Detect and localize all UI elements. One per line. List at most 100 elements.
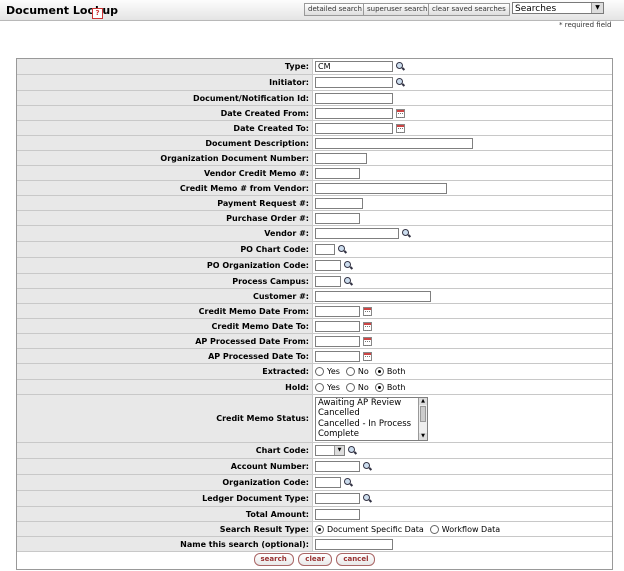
type-label: Type: (17, 59, 313, 74)
process-campus-label: Process Campus: (17, 274, 313, 288)
initiator-input[interactable] (315, 77, 393, 88)
scroll-up-icon[interactable]: ▲ (419, 397, 427, 405)
result-doc-specific-radio[interactable] (315, 524, 324, 534)
ledger-doc-type-lookup-icon[interactable] (363, 494, 372, 503)
row-hold: Hold: Yes No Both (17, 380, 612, 395)
status-option[interactable]: Cancelled - In Process (318, 419, 427, 430)
hold-both-label: Both (386, 382, 406, 392)
saved-searches-select[interactable]: Searches ▼ (512, 2, 604, 14)
status-option[interactable]: Cancelled (318, 408, 427, 419)
ap-date-from-input[interactable] (315, 335, 360, 347)
org-code-label: Organization Code: (17, 475, 313, 490)
calendar-icon[interactable] (363, 351, 372, 361)
row-result-type: Search Result Type: Document Specific Da… (17, 522, 612, 537)
customer-label: Customer #: (17, 289, 313, 303)
chart-code-label: Chart Code: (17, 443, 313, 458)
status-option[interactable]: Complete (318, 429, 427, 440)
vendor-input[interactable] (315, 228, 399, 239)
cm-date-to-input[interactable] (315, 320, 360, 332)
hold-no-radio[interactable] (345, 382, 355, 392)
search-button[interactable]: search (253, 553, 294, 566)
hold-yes-radio[interactable] (315, 382, 324, 392)
row-date-to: Date Created To: (17, 121, 612, 136)
hold-both-radio[interactable] (374, 382, 384, 392)
account-number-input[interactable] (315, 461, 360, 472)
search-name-label: Name this search (optional): (17, 537, 313, 551)
row-date-from: Date Created From: (17, 106, 612, 121)
ap-date-to-input[interactable] (315, 350, 360, 362)
org-code-lookup-icon[interactable] (344, 478, 353, 487)
org-doc-number-label: Organization Document Number: (17, 151, 313, 165)
calendar-icon[interactable] (363, 321, 372, 331)
date-created-from-input[interactable] (315, 107, 393, 119)
total-amount-input[interactable] (315, 508, 360, 520)
extracted-both-radio[interactable] (374, 367, 384, 376)
extracted-no-label: No (357, 367, 369, 376)
calendar-icon[interactable] (396, 123, 405, 133)
type-input[interactable]: CM (315, 61, 393, 72)
po-org-code-input[interactable] (315, 260, 341, 271)
scroll-down-icon[interactable]: ▼ (419, 432, 427, 440)
org-code-input[interactable] (315, 477, 341, 488)
credit-memo-from-vendor-input[interactable] (315, 182, 447, 194)
row-ledger-doc-type: Ledger Document Type: (17, 491, 612, 507)
credit-memo-status-listbox[interactable]: Awaiting AP Review Cancelled Cancelled -… (315, 396, 428, 441)
credit-memo-from-vendor-label: Credit Memo # from Vendor: (17, 181, 313, 195)
result-doc-specific-label: Document Specific Data (327, 524, 424, 534)
extracted-yes-radio[interactable] (315, 367, 324, 376)
chart-code-select[interactable]: ▼ (315, 445, 345, 456)
calendar-icon[interactable] (363, 336, 372, 346)
row-search-name: Name this search (optional): (17, 537, 612, 552)
org-doc-number-input[interactable] (315, 152, 367, 164)
ledger-doc-type-input[interactable] (315, 493, 360, 504)
row-vendor: Vendor #: (17, 226, 612, 242)
row-cm-date-from: Credit Memo Date From: (17, 304, 612, 319)
row-process-campus: Process Campus: (17, 274, 612, 289)
superuser-search-button[interactable]: superuser search (363, 3, 432, 16)
result-type-label: Search Result Type: (17, 522, 313, 536)
extracted-no-radio[interactable] (345, 367, 355, 376)
calendar-icon[interactable] (363, 306, 372, 316)
row-description: Document Description: (17, 136, 612, 151)
scroll-thumb[interactable] (420, 405, 426, 422)
chart-code-lookup-icon[interactable] (348, 446, 357, 455)
vendor-credit-memo-input[interactable] (315, 167, 360, 179)
clear-saved-searches-button[interactable]: clear saved searches (428, 3, 510, 16)
purchase-order-input[interactable] (315, 212, 360, 224)
type-lookup-icon[interactable] (396, 62, 405, 71)
help-icon[interactable]: ? (92, 8, 103, 19)
po-chart-code-input[interactable] (315, 244, 335, 255)
search-name-input[interactable] (315, 538, 393, 550)
initiator-lookup-icon[interactable] (396, 78, 405, 87)
process-campus-lookup-icon[interactable] (344, 276, 353, 286)
cm-date-from-input[interactable] (315, 305, 360, 317)
clear-button[interactable]: clear (298, 553, 332, 566)
description-input[interactable] (315, 137, 473, 149)
vendor-lookup-icon[interactable] (402, 229, 411, 238)
listbox-scrollbar[interactable]: ▲ ▼ (418, 397, 427, 440)
po-chart-code-lookup-icon[interactable] (338, 245, 347, 254)
account-number-lookup-icon[interactable] (363, 462, 372, 471)
payment-request-input[interactable] (315, 197, 363, 209)
row-credit-memo-from-vendor: Credit Memo # from Vendor: (17, 181, 612, 196)
po-org-code-lookup-icon[interactable] (344, 261, 353, 270)
initiator-label: Initiator: (17, 75, 313, 90)
customer-input[interactable] (315, 290, 431, 302)
cancel-button[interactable]: cancel (336, 553, 376, 566)
row-initiator: Initiator: (17, 75, 612, 91)
payment-request-label: Payment Request #: (17, 196, 313, 210)
doc-id-input[interactable] (315, 92, 393, 104)
result-workflow-radio[interactable] (429, 524, 439, 534)
detailed-search-button[interactable]: detailed search (304, 3, 366, 16)
hold-label: Hold: (17, 380, 313, 394)
result-workflow-label: Workflow Data (441, 524, 501, 534)
extracted-label: Extracted: (17, 364, 313, 379)
calendar-icon[interactable] (396, 108, 405, 118)
process-campus-input[interactable] (315, 275, 341, 287)
row-po-org-code: PO Organization Code: (17, 258, 612, 274)
status-option[interactable]: Awaiting AP Review (318, 398, 427, 409)
date-created-to-input[interactable] (315, 122, 393, 134)
row-status: Credit Memo Status: Awaiting AP Review C… (17, 395, 612, 443)
date-created-from-label: Date Created From: (17, 106, 313, 120)
date-created-to-label: Date Created To: (17, 121, 313, 135)
